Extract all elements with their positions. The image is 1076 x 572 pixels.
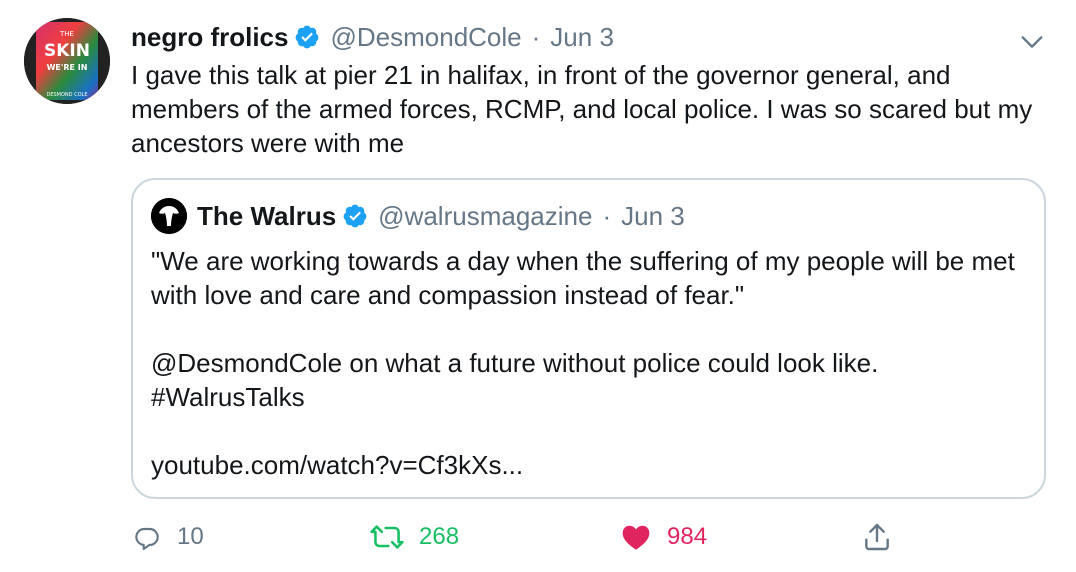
quoted-text: "We are working towards a day when the s… bbox=[151, 244, 1024, 482]
share-icon bbox=[865, 523, 889, 551]
heart-icon bbox=[622, 525, 650, 550]
quoted-link[interactable]: youtube.com/watch?v=Cf3kXs... bbox=[151, 448, 1024, 482]
reply-button[interactable]: 10 bbox=[131, 515, 204, 559]
retweet-count: 268 bbox=[419, 523, 460, 550]
chevron-down-icon[interactable] bbox=[1018, 28, 1046, 56]
tweet-text: I gave this talk at pier 21 in halifax, … bbox=[131, 60, 1033, 158]
quoted-header: The Walrus @walrusmagazine · Jun 3 bbox=[151, 198, 1024, 234]
quoted-paragraph: @DesmondCole on what a future without po… bbox=[151, 348, 879, 378]
reply-icon bbox=[135, 527, 159, 551]
tweet-header: negro frolics @DesmondCole · Jun 3 bbox=[131, 18, 1046, 56]
quoted-date[interactable]: Jun 3 bbox=[621, 201, 685, 232]
quoted-author-name[interactable]: The Walrus bbox=[197, 201, 336, 232]
like-button[interactable]: 984 bbox=[619, 515, 707, 559]
author-name[interactable]: negro frolics bbox=[131, 22, 288, 53]
quoted-paragraph bbox=[151, 414, 1024, 448]
book-cover-icon: THE SKIN WE'RE IN DESMOND COLE bbox=[24, 18, 110, 104]
verified-badge-icon bbox=[296, 25, 319, 49]
retweet-icon bbox=[370, 525, 404, 549]
tweet-body: negro frolics @DesmondCole · Jun 3 I gav… bbox=[131, 18, 1046, 160]
tweet[interactable]: THE SKIN WE'RE IN DESMOND COLE negro fro… bbox=[0, 0, 1076, 572]
quoted-author-handle[interactable]: @walrusmagazine bbox=[378, 201, 592, 232]
action-bar: 10 268 984 bbox=[131, 515, 1046, 559]
author-handle[interactable]: @DesmondCole bbox=[330, 22, 521, 53]
retweet-button[interactable]: 268 bbox=[369, 515, 459, 559]
author-avatar[interactable]: THE SKIN WE'RE IN DESMOND COLE bbox=[24, 18, 110, 104]
quoted-paragraph bbox=[151, 312, 1024, 346]
like-count: 984 bbox=[667, 523, 708, 550]
quoted-tweet[interactable]: The Walrus @walrusmagazine · Jun 3 "We a… bbox=[131, 178, 1046, 499]
avatar-text-author: DESMOND COLE bbox=[47, 92, 88, 98]
share-button[interactable] bbox=[861, 515, 907, 559]
tweet-date[interactable]: Jun 3 bbox=[550, 22, 614, 53]
quoted-paragraph: "We are working towards a day when the s… bbox=[151, 246, 1015, 310]
separator-dot: · bbox=[602, 200, 612, 231]
avatar-text-skin: SKIN bbox=[44, 41, 90, 61]
quoted-hashtag[interactable]: #WalrusTalks bbox=[151, 380, 1024, 414]
avatar-text-were-in: WE'RE IN bbox=[47, 63, 88, 72]
walrus-logo-icon bbox=[151, 198, 187, 234]
verified-badge-icon bbox=[343, 204, 367, 228]
reply-count: 10 bbox=[177, 523, 204, 550]
separator-dot: · bbox=[531, 21, 541, 52]
avatar-text-the: THE bbox=[59, 30, 74, 38]
